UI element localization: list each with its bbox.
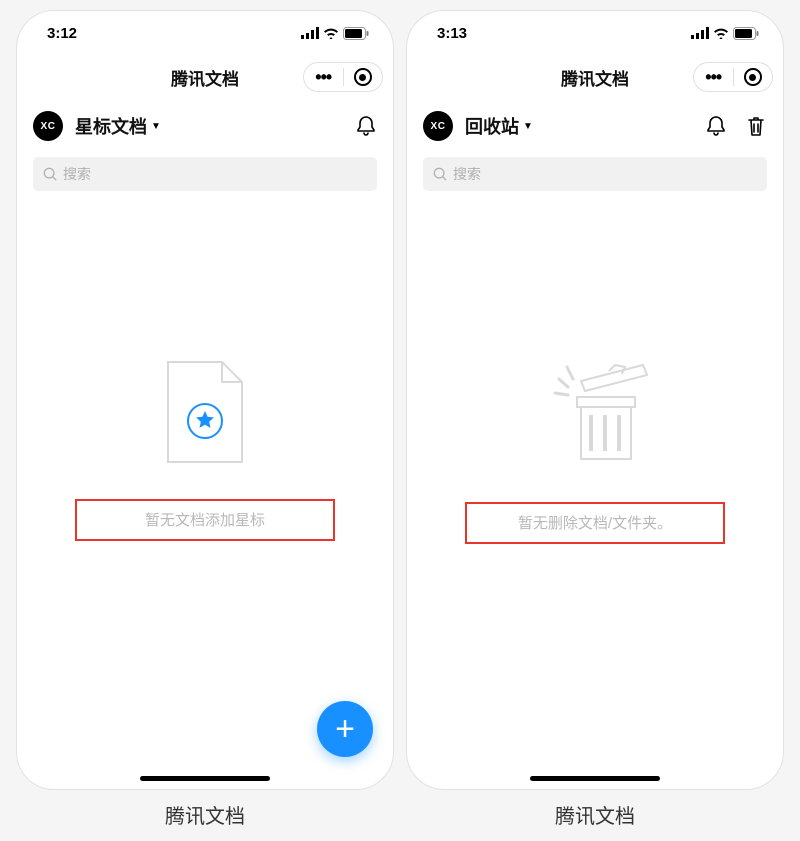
plus-icon: + [335, 712, 355, 746]
capsule-close-button[interactable] [344, 63, 383, 91]
avatar[interactable]: XC [423, 111, 453, 141]
empty-message: 暂无文档添加星标 [145, 509, 265, 530]
status-time: 3:13 [437, 25, 467, 42]
nav-icons [705, 115, 767, 137]
wifi-icon [713, 27, 729, 39]
caption-left: 腾讯文档 [165, 800, 245, 829]
empty-message-box: 暂无文档添加星标 [75, 499, 335, 541]
search-bar[interactable] [423, 157, 767, 191]
phone-left: 3:12 腾讯文档 ••• XC 星标文档 ▼ [16, 10, 394, 790]
caption-right: 腾讯文档 [555, 800, 635, 829]
dots-icon: ••• [705, 67, 721, 88]
phone-wrap-left: 3:12 腾讯文档 ••• XC 星标文档 ▼ [16, 10, 394, 829]
target-icon [744, 68, 762, 86]
status-icons [301, 27, 369, 40]
search-input[interactable] [453, 166, 757, 182]
page-selector[interactable]: 星标文档 ▼ [75, 113, 343, 139]
miniprogram-capsule: ••• [693, 62, 773, 92]
miniprogram-capsule: ••• [303, 62, 383, 92]
search-icon [43, 167, 57, 181]
title-bar: 腾讯文档 ••• [407, 55, 783, 99]
nav-row: XC 星标文档 ▼ [17, 99, 393, 153]
avatar[interactable]: XC [33, 111, 63, 141]
empty-trash-button[interactable] [745, 115, 767, 137]
dots-icon: ••• [315, 67, 331, 88]
empty-message: 暂无删除文档/文件夹。 [518, 512, 672, 533]
capsule-menu-button[interactable]: ••• [304, 63, 343, 91]
page-name: 回收站 [465, 113, 519, 139]
signal-icon [691, 27, 709, 39]
title-bar: 腾讯文档 ••• [17, 55, 393, 99]
star-document-icon [162, 360, 248, 469]
phone-wrap-right: 3:13 腾讯文档 ••• XC 回收站 ▼ [406, 10, 784, 829]
status-time: 3:12 [47, 25, 77, 42]
battery-icon [343, 27, 369, 40]
search-icon [433, 167, 447, 181]
notifications-button[interactable] [355, 115, 377, 137]
capsule-menu-button[interactable]: ••• [694, 63, 733, 91]
empty-state: 暂无删除文档/文件夹。 [407, 191, 783, 789]
search-bar[interactable] [33, 157, 377, 191]
status-bar: 3:12 [17, 11, 393, 55]
status-icons [691, 27, 759, 40]
page-name: 星标文档 [75, 113, 147, 139]
trash-icon [746, 115, 766, 137]
search-input[interactable] [63, 166, 367, 182]
capsule-close-button[interactable] [734, 63, 773, 91]
nav-row: XC 回收站 ▼ [407, 99, 783, 153]
trash-bin-icon [535, 357, 655, 472]
notifications-button[interactable] [705, 115, 727, 137]
battery-icon [733, 27, 759, 40]
home-indicator [530, 776, 660, 781]
chevron-down-icon: ▼ [523, 121, 533, 132]
target-icon [354, 68, 372, 86]
home-indicator [140, 776, 270, 781]
add-document-button[interactable]: + [317, 701, 373, 757]
phone-right: 3:13 腾讯文档 ••• XC 回收站 ▼ [406, 10, 784, 790]
bell-icon [706, 115, 726, 137]
app-title: 腾讯文档 [561, 65, 629, 90]
signal-icon [301, 27, 319, 39]
chevron-down-icon: ▼ [151, 121, 161, 132]
page-selector[interactable]: 回收站 ▼ [465, 113, 693, 139]
bell-icon [356, 115, 376, 137]
wifi-icon [323, 27, 339, 39]
empty-message-box: 暂无删除文档/文件夹。 [465, 502, 725, 544]
status-bar: 3:13 [407, 11, 783, 55]
app-title: 腾讯文档 [171, 65, 239, 90]
nav-icons [355, 115, 377, 137]
empty-state: 暂无文档添加星标 [17, 191, 393, 789]
